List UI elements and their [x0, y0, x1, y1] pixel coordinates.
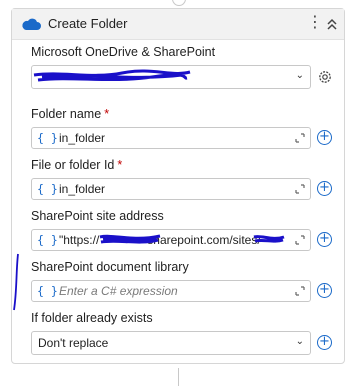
expand-editor-icon[interactable] [295, 286, 305, 296]
file-folder-id-input[interactable]: { } in_folder [31, 178, 311, 200]
expand-editor-icon[interactable] [295, 133, 305, 143]
folder-name-label: Folder name * [31, 107, 110, 121]
add-plus-icon[interactable]: + [317, 283, 332, 298]
expand-editor-icon[interactable] [295, 184, 305, 194]
connection-label: Microsoft OneDrive & SharePoint [31, 45, 216, 59]
document-library-placeholder: Enter a C# expression [59, 284, 178, 298]
folder-name-value: in_folder [59, 131, 106, 145]
expression-icon: { } [37, 284, 58, 298]
activity-header[interactable]: Create Folder ⋮ [12, 9, 344, 40]
connection-select[interactable]: ⌄ [31, 65, 311, 89]
expand-editor-icon[interactable] [295, 235, 305, 245]
activity-title: Create Folder [48, 16, 128, 31]
expression-icon: { } [37, 131, 58, 145]
add-plus-icon[interactable]: + [317, 232, 332, 247]
add-plus-icon[interactable]: + [317, 335, 332, 350]
if-exists-select[interactable]: Don't replace ⌄ [31, 331, 311, 355]
required-mark: * [104, 107, 110, 121]
activity-card: Create Folder ⋮ Microsoft OneDrive & Sha… [11, 8, 345, 364]
file-folder-id-value: in_folder [59, 182, 106, 196]
kebab-menu-icon[interactable]: ⋮ [307, 14, 323, 32]
expression-icon: { } [37, 182, 58, 196]
if-exists-label: If folder already exists [31, 311, 153, 325]
gear-icon[interactable] [317, 69, 333, 85]
site-address-label: SharePoint site address [31, 209, 164, 223]
onedrive-cloud-icon [22, 18, 41, 30]
add-plus-icon[interactable]: + [317, 181, 332, 196]
chevron-down-icon: ⌄ [295, 70, 304, 81]
expression-icon: { } [37, 233, 58, 247]
bottom-connector [178, 368, 179, 386]
site-address-value: "https:// sharepoint.com/sites/ [59, 233, 261, 247]
required-mark: * [117, 158, 123, 172]
if-exists-value: Don't replace [38, 336, 109, 350]
chevron-down-icon: ⌄ [295, 336, 304, 347]
document-library-label: SharePoint document library [31, 260, 189, 274]
file-folder-id-label: File or folder Id * [31, 158, 123, 172]
document-library-input[interactable]: { } Enter a C# expression [31, 280, 311, 302]
collapse-chevrons-icon[interactable] [326, 17, 338, 31]
site-address-input[interactable]: { } "https:// sharepoint.com/sites/ [31, 229, 311, 251]
add-plus-icon[interactable]: + [317, 130, 332, 145]
top-connector [172, 0, 186, 6]
folder-name-input[interactable]: { } in_folder [31, 127, 311, 149]
